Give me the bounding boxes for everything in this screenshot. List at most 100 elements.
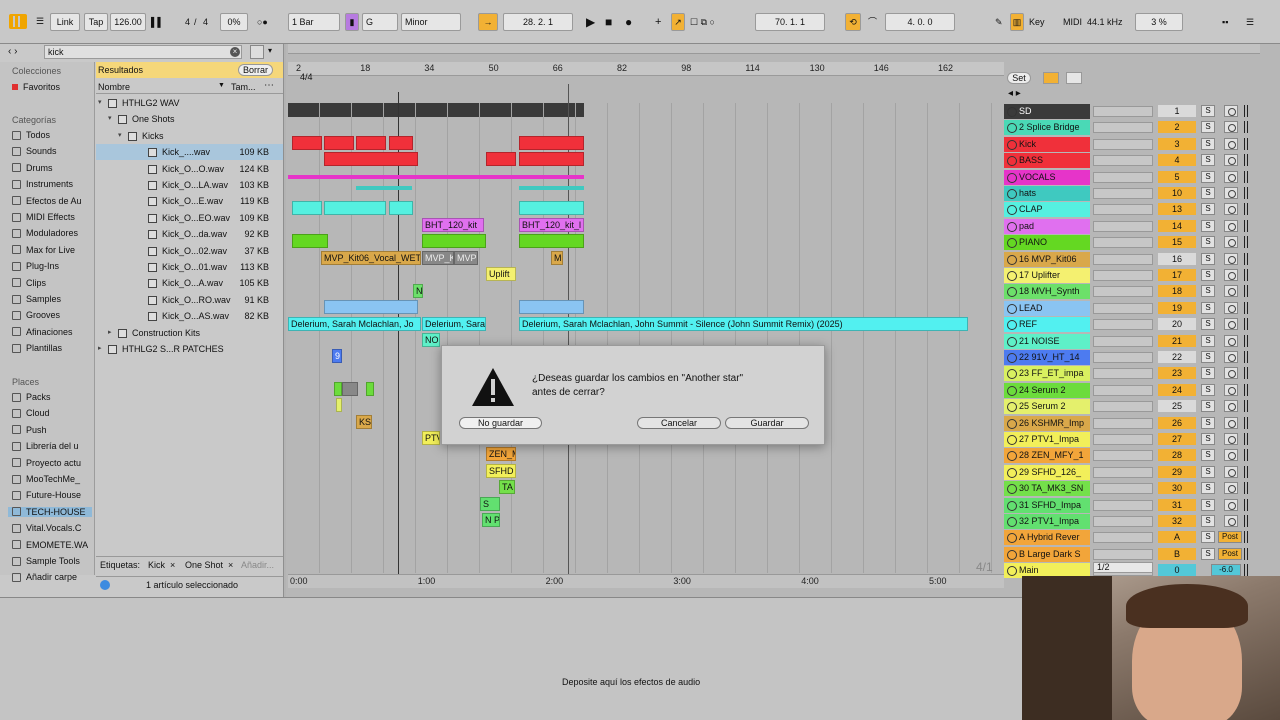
save-button[interactable]: Guardar	[725, 417, 809, 429]
overdub-icon[interactable]: +	[655, 13, 661, 31]
solo-button[interactable]: S	[1201, 203, 1215, 216]
solo-button[interactable]: S	[1201, 285, 1215, 298]
loop-switch-icon[interactable]: ⟲	[845, 13, 861, 31]
menu-icon[interactable]: ☰	[1246, 13, 1254, 31]
key-map-button[interactable]: Key	[1029, 13, 1045, 31]
time-ruler[interactable]: 0:00 1:00 2:00 3:00 4:00 5:00	[288, 574, 1004, 588]
file-row[interactable]: Kick_O...02.wav 37 KB	[96, 243, 283, 259]
clip[interactable]	[292, 234, 328, 248]
sidebar-item-category[interactable]: Sounds	[12, 146, 57, 156]
sidebar-item-place[interactable]: Cloud	[12, 408, 50, 418]
solo-button[interactable]: S	[1201, 121, 1215, 134]
track-activator[interactable]: 32	[1158, 515, 1196, 527]
sidebar-item-category[interactable]: Samples	[12, 294, 61, 304]
clip[interactable]: PTV	[422, 431, 440, 445]
sidebar-item-category[interactable]: Max for Live	[12, 245, 75, 255]
punch-icon[interactable]: ⌒	[868, 13, 877, 31]
play-icon[interactable]: ▶	[586, 13, 595, 31]
arm-button[interactable]	[1224, 187, 1238, 199]
track-header[interactable]: 28 ZEN_MFY_1	[1004, 448, 1090, 464]
sidebar-item-category[interactable]: Drums	[12, 163, 53, 173]
arm-button[interactable]	[1224, 498, 1238, 511]
track-header[interactable]: A Hybrid Rever	[1004, 530, 1090, 546]
tap-button[interactable]: Tap	[84, 13, 108, 31]
clip[interactable]: Uplift	[486, 267, 516, 281]
track-volume[interactable]	[1093, 401, 1153, 413]
track-volume[interactable]	[1093, 335, 1153, 347]
groove-amount[interactable]: 0%	[220, 13, 248, 31]
track-volume[interactable]	[1093, 319, 1153, 331]
sidebar-item-place[interactable]: Packs	[12, 392, 51, 402]
clip[interactable]: MVP	[454, 251, 478, 265]
sidebar-item-place[interactable]: MooTechMe_	[12, 474, 80, 484]
metronome-icon[interactable]: ▌▌	[151, 13, 164, 31]
arm-button[interactable]	[1224, 301, 1238, 314]
track-activator[interactable]: 23	[1158, 367, 1196, 380]
arm-button[interactable]	[1224, 515, 1238, 527]
track-activator[interactable]: 17	[1158, 269, 1196, 281]
solo-button[interactable]: S	[1201, 498, 1215, 511]
track-volume[interactable]	[1093, 483, 1153, 495]
tempo-field[interactable]: 126.00	[110, 13, 146, 31]
keyboard-icon[interactable]: ▥	[1010, 13, 1024, 31]
file-row[interactable]: Kick_O...E.wav 119 KB	[96, 193, 283, 209]
clip[interactable]	[324, 201, 386, 215]
tag-one-shot[interactable]: One Shot	[185, 557, 223, 573]
sidebar-item-category[interactable]: Moduladores	[12, 228, 78, 238]
track-activator[interactable]: 18	[1158, 285, 1196, 298]
track-activator[interactable]: 16	[1158, 252, 1196, 265]
solo-button[interactable]: S	[1201, 170, 1215, 183]
arm-button[interactable]	[1224, 400, 1238, 413]
track-volume[interactable]	[1093, 270, 1153, 281]
clip[interactable]	[336, 398, 342, 412]
track-activator[interactable]: 4	[1158, 154, 1196, 167]
clear-results-button[interactable]: Borrar	[238, 64, 274, 76]
track-volume[interactable]	[1093, 188, 1153, 199]
arm-button[interactable]	[1224, 269, 1238, 281]
clip[interactable]: 9	[332, 349, 342, 363]
clip[interactable]: S	[480, 497, 500, 511]
file-row[interactable]: Kick_O...LA.wav 103 KB	[96, 177, 283, 193]
loop-length[interactable]: 4. 0. 0	[885, 13, 955, 31]
track-grid[interactable]	[288, 103, 1004, 573]
track-header[interactable]: 23 FF_ET_impa	[1004, 366, 1090, 382]
draw-mode-icon[interactable]: ✎	[995, 13, 1003, 31]
set-button[interactable]: Set	[1007, 72, 1031, 84]
folder-row[interactable]: ▾ HTHLG2 WAV	[96, 95, 283, 111]
lock-icon[interactable]	[1066, 72, 1082, 84]
track-volume[interactable]	[1093, 499, 1153, 511]
file-row[interactable]: Kick_O...O.wav 124 KB	[96, 161, 283, 177]
track-header[interactable]: Kick	[1004, 136, 1090, 152]
track-volume[interactable]	[1093, 532, 1153, 544]
expand-icon[interactable]: ▾	[108, 111, 112, 127]
draw-icon[interactable]	[1043, 72, 1059, 84]
track-volume[interactable]	[1093, 368, 1153, 380]
file-row[interactable]: Kick_O...RO.wav 91 KB	[96, 292, 283, 308]
sidebar-item-favorites[interactable]: Favoritos	[12, 82, 60, 92]
arm-button[interactable]	[1224, 170, 1238, 183]
scale-select[interactable]: Minor	[401, 13, 461, 31]
track-header[interactable]: 25 Serum 2	[1004, 399, 1090, 415]
arm-button[interactable]	[1224, 367, 1238, 380]
size-column-header[interactable]: Tam...	[231, 82, 256, 92]
key-select[interactable]: G	[362, 13, 398, 31]
solo-button[interactable]: S	[1201, 137, 1215, 150]
scale-mode-icon[interactable]: ▮	[345, 13, 359, 31]
bar-ruler[interactable]: 2 18 34 50 66 82 98 114 130 146 162	[288, 62, 1004, 76]
sidebar-item-place[interactable]: Push	[12, 425, 47, 435]
clip[interactable]: Delerium, Sara	[422, 317, 486, 331]
track-volume[interactable]	[1093, 417, 1153, 429]
track-header[interactable]: CLAP	[1004, 202, 1090, 218]
clip[interactable]	[519, 186, 584, 190]
nav-back-icon[interactable]: ‹ ›	[8, 46, 17, 57]
song-position[interactable]: 28. 2. 1	[503, 13, 573, 31]
track-header[interactable]: 32 PTV1_Impa	[1004, 514, 1090, 529]
clip[interactable]: ZEN_M	[486, 447, 516, 461]
solo-button[interactable]: S	[1201, 236, 1215, 249]
solo-button[interactable]: S	[1201, 187, 1215, 199]
clip[interactable]	[389, 136, 413, 150]
solo-button[interactable]: S	[1201, 367, 1215, 380]
track-activator[interactable]: 3	[1158, 137, 1196, 150]
track-volume[interactable]	[1093, 302, 1153, 314]
clip[interactable]	[519, 234, 584, 248]
